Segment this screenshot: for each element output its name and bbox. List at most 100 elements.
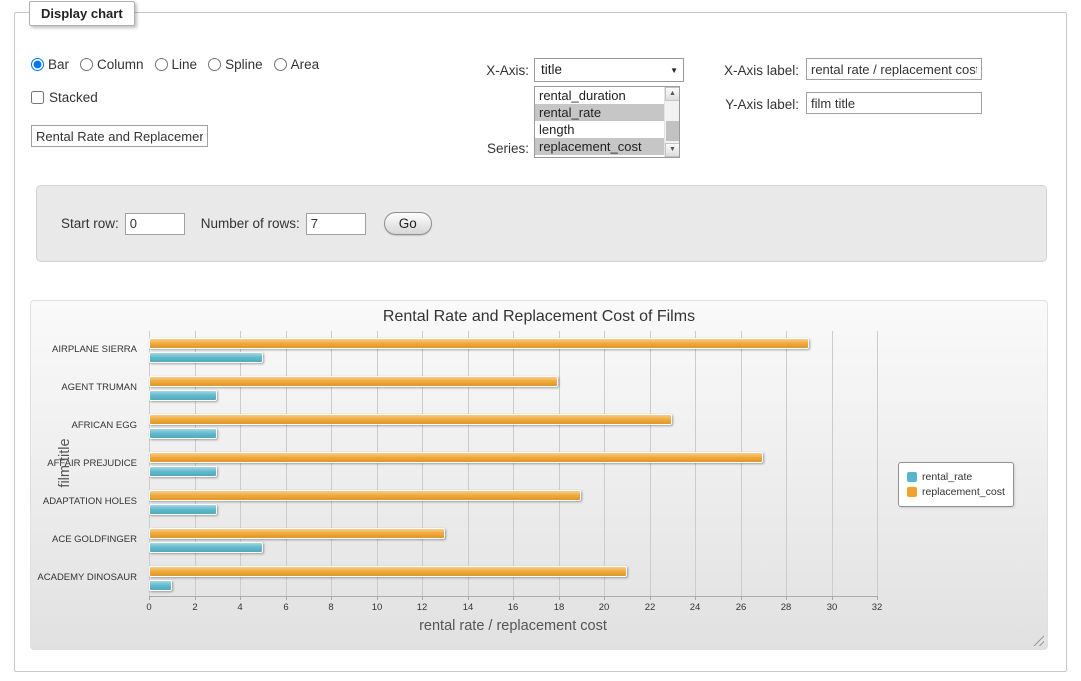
radio-spline[interactable]: [208, 58, 221, 71]
chart-type-option-column[interactable]: Column: [80, 57, 144, 72]
chart-type-option-spline[interactable]: Spline: [208, 57, 263, 72]
bar-rental-rate: [149, 542, 263, 553]
axis-tick: [741, 596, 742, 600]
bar-replacement-cost: [149, 414, 672, 425]
plot-area: [149, 331, 877, 597]
chart-type-option-line[interactable]: Line: [155, 57, 198, 72]
go-button[interactable]: Go: [384, 212, 432, 235]
y-axis-title: film title: [57, 383, 73, 543]
axis-tick: [559, 596, 560, 600]
series-option-replacement-cost[interactable]: replacement_cost: [535, 138, 664, 155]
chart-type-radio-group: Bar Column Line Spline Area: [31, 57, 319, 72]
radio-column[interactable]: [80, 58, 93, 71]
chart-title-input[interactable]: [31, 125, 208, 147]
chart-type-option-area[interactable]: Area: [274, 57, 320, 72]
x-tick-label: 12: [417, 602, 428, 613]
axis-tick: [695, 596, 696, 600]
chart-container: Rental Rate and Replacement Cost of Film…: [30, 300, 1048, 650]
x-tick-label: 30: [827, 602, 838, 613]
x-axis-label-label: X-Axis label:: [709, 63, 799, 78]
grid-line: [240, 331, 241, 596]
grid-line: [331, 331, 332, 596]
x-tick-label: 4: [237, 602, 242, 613]
listbox-scrollbar[interactable]: ▲ ▼: [664, 87, 679, 157]
axis-tick: [650, 596, 651, 600]
series-option-length[interactable]: length: [535, 121, 664, 138]
grid-line: [377, 331, 378, 596]
x-axis-title: rental rate / replacement cost: [149, 618, 877, 634]
scrollbar-thumb[interactable]: [666, 121, 679, 141]
bar-rental-rate: [149, 466, 217, 477]
stacked-checkbox[interactable]: [31, 91, 44, 104]
stacked-option[interactable]: Stacked: [31, 90, 98, 105]
category-label: ACADEMY DINOSAUR: [31, 572, 137, 583]
bar-rental-rate: [149, 390, 217, 401]
x-tick-label: 22: [645, 602, 656, 613]
x-axis-select[interactable]: title ▼: [534, 58, 684, 82]
axis-tick: [832, 596, 833, 600]
x-tick-label: 32: [872, 602, 883, 613]
radio-bar[interactable]: [31, 58, 44, 71]
display-chart-panel: Display chart BarColumnLineSplineArea St…: [14, 12, 1067, 672]
category-label: AGENT TRUMAN: [31, 382, 137, 393]
start-row-input[interactable]: [125, 213, 185, 235]
axis-tick: [149, 596, 150, 600]
number-of-rows-label: Number of rows:: [201, 216, 300, 231]
radio-label-column: Column: [97, 57, 144, 72]
bar-rental-rate: [149, 428, 217, 439]
legend-item-replacement-cost[interactable]: replacement_cost: [907, 486, 1005, 498]
start-row-label: Start row:: [61, 216, 119, 231]
bar-rental-rate: [149, 504, 217, 515]
axis-tick: [604, 596, 605, 600]
grid-line: [695, 331, 696, 596]
category-label: ADAPTATION HOLES: [31, 496, 137, 507]
series-listbox[interactable]: rental_durationrental_ratelengthreplacem…: [534, 86, 680, 158]
grid-line: [422, 331, 423, 596]
series-options: rental_durationrental_ratelengthreplacem…: [535, 87, 679, 155]
scrollbar-down-icon[interactable]: ▼: [665, 143, 680, 157]
axis-tick: [422, 596, 423, 600]
radio-area[interactable]: [274, 58, 287, 71]
grid-line: [786, 331, 787, 596]
bar-replacement-cost: [149, 566, 627, 577]
number-of-rows-input[interactable]: [306, 213, 366, 235]
chart-legend: rental_rate replacement_cost: [898, 462, 1014, 507]
grid-line: [559, 331, 560, 596]
resize-handle-icon[interactable]: [1033, 635, 1044, 646]
series-option-rental-duration[interactable]: rental_duration: [535, 87, 664, 104]
x-axis-tick-labels: 02468101214161820222426283032: [149, 602, 877, 614]
grid-line: [604, 331, 605, 596]
radio-line[interactable]: [155, 58, 168, 71]
x-tick-label: 0: [146, 602, 151, 613]
grid-line: [650, 331, 651, 596]
axis-tick: [786, 596, 787, 600]
x-axis-select-label: X-Axis:: [445, 63, 529, 78]
x-tick-label: 6: [283, 602, 288, 613]
axis-tick: [877, 596, 878, 600]
chart-type-option-bar[interactable]: Bar: [31, 57, 69, 72]
series-option-rental-rate[interactable]: rental_rate: [535, 104, 664, 121]
y-axis-category-labels: AIRPLANE SIERRAAGENT TRUMANAFRICAN EGGAF…: [31, 331, 143, 597]
grid-line: [513, 331, 514, 596]
axis-tick: [468, 596, 469, 600]
row-controls-panel: Start row: Number of rows: Go: [36, 185, 1047, 262]
x-axis-label-input[interactable]: [806, 58, 982, 80]
legend-label-replacement-cost: replacement_cost: [922, 486, 1005, 498]
grid-line: [877, 331, 878, 596]
bar-replacement-cost: [149, 490, 581, 501]
series-list-label: Series:: [445, 141, 529, 156]
radio-label-spline: Spline: [225, 57, 263, 72]
grid-line: [468, 331, 469, 596]
legend-swatch-rental-rate: [907, 472, 917, 482]
y-axis-label-input[interactable]: [806, 92, 982, 114]
chart-title: Rental Rate and Replacement Cost of Film…: [31, 308, 1047, 326]
category-label: AFRICAN EGG: [31, 420, 137, 431]
bar-replacement-cost: [149, 376, 558, 387]
x-tick-label: 20: [599, 602, 610, 613]
axis-tick: [377, 596, 378, 600]
x-tick-label: 24: [690, 602, 701, 613]
category-label: ACE GOLDFINGER: [31, 534, 137, 545]
scrollbar-up-icon[interactable]: ▲: [665, 87, 680, 101]
bar-replacement-cost: [149, 528, 445, 539]
legend-item-rental-rate[interactable]: rental_rate: [907, 471, 1005, 483]
